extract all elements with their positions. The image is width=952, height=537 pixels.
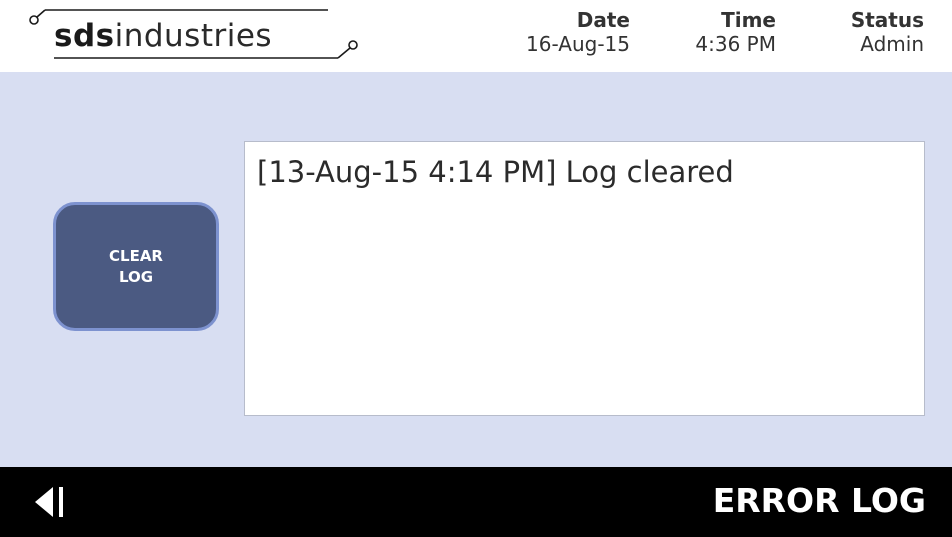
top-header: sdsindustries Date 16-Aug-15 Time 4:36 P… bbox=[0, 0, 952, 72]
clear-log-button[interactable]: CLEAR LOG bbox=[53, 202, 219, 331]
clear-log-button-line1: CLEAR bbox=[109, 246, 163, 265]
clear-log-button-line2: LOG bbox=[118, 267, 154, 286]
log-entry: [13-Aug-15 4:14 PM] Log cleared bbox=[257, 155, 734, 189]
back-button[interactable] bbox=[32, 484, 82, 520]
date-display: Date 16-Aug-15 bbox=[526, 9, 630, 57]
time-label: Time bbox=[721, 8, 776, 32]
screen-title: ERROR LOG bbox=[712, 481, 926, 520]
error-log-list[interactable]: [13-Aug-15 4:14 PM] Log cleared bbox=[244, 141, 925, 416]
status-display: Status Admin bbox=[851, 9, 924, 57]
logo-wordmark: sdsindustries bbox=[54, 18, 272, 54]
bottom-bar: ERROR LOG bbox=[0, 467, 952, 537]
date-label: Date bbox=[576, 8, 630, 32]
company-logo: sdsindustries bbox=[28, 6, 373, 66]
back-arrow-icon bbox=[35, 487, 63, 517]
logo-brand-light: industries bbox=[114, 18, 273, 54]
time-display: Time 4:36 PM bbox=[695, 9, 776, 57]
status-label: Status bbox=[850, 8, 924, 32]
main-panel: CLEAR LOG [13-Aug-15 4:14 PM] Log cleare… bbox=[0, 72, 952, 467]
time-value: 4:36 PM bbox=[695, 32, 776, 56]
date-value: 16-Aug-15 bbox=[526, 32, 630, 56]
logo-brand-bold: sds bbox=[54, 18, 115, 54]
status-value: Admin bbox=[860, 32, 924, 56]
